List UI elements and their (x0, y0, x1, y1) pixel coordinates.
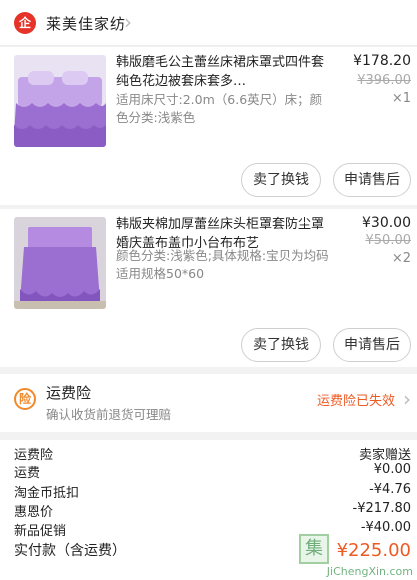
summary-label: 运费险 (14, 448, 54, 463)
chevron-right-icon[interactable]: › (403, 389, 411, 409)
watermark-text: JiChengXin.com (326, 565, 413, 578)
product-price: ¥178.20 (353, 53, 411, 69)
product-spec: 颜色分类:浅紫色;具体规格:宝贝为均码适用规格50*60 (116, 248, 329, 281)
summary-value: -¥4.76 (369, 482, 411, 497)
original-price: ¥396.00 (357, 73, 411, 88)
summary-value: 卖家赠送 (358, 448, 411, 463)
insurance-title: 运费险 (46, 384, 92, 402)
quantity: ×1 (391, 91, 411, 106)
sell-button[interactable]: 卖了换钱 (241, 328, 321, 362)
freight-insurance-row[interactable]: 险 运费险 确认收货前退货可理赔 运费险已失效 › (0, 374, 417, 432)
shop-header[interactable]: 企 莱美佳家纺 › (0, 0, 417, 46)
product-price: ¥30.00 (362, 215, 411, 231)
product-title[interactable]: 韩版磨毛公主蕾丝床裙床罩式四件套纯色花边被套床套多… (116, 53, 326, 91)
original-price: ¥50.00 (365, 233, 412, 248)
summary-label: 新品促销 (14, 524, 67, 539)
quantity: ×2 (391, 251, 411, 266)
insurance-status[interactable]: 运费险已失效 (317, 390, 395, 409)
refund-button[interactable]: 申请售后 (333, 328, 411, 362)
summary-label: 淘金币抵扣 (14, 486, 80, 501)
product-spec: 适用床尺寸:2.0m（6.6英尺）床；颜色分类:浅紫色 (116, 92, 323, 125)
insurance-icon: 险 (14, 388, 36, 410)
summary-value: -¥217.80 (352, 501, 411, 516)
chevron-right-icon[interactable]: › (124, 12, 132, 32)
total-row: 实付款（含运费） ¥225.00 (14, 540, 411, 564)
product-thumbnail[interactable] (14, 55, 106, 147)
order-summary: 运费险 卖家赠送 运费 ¥0.00 淘金币抵扣 -¥4.76 惠恩价 -¥217… (0, 440, 417, 580)
insurance-subtitle: 确认收货前退货可理赔 (46, 407, 172, 422)
product-thumbnail[interactable] (14, 217, 106, 309)
summary-row: 淘金币抵扣 -¥4.76 (14, 482, 411, 501)
summary-row: 运费 ¥0.00 (14, 462, 411, 481)
summary-row: 惠恩价 -¥217.80 (14, 501, 411, 520)
refund-button[interactable]: 申请售后 (333, 163, 411, 197)
watermark-logo: 集 (299, 534, 329, 564)
order-item[interactable]: 韩版磨毛公主蕾丝床裙床罩式四件套纯色花边被套床套多… 适用床尺寸:2.0m（6.… (0, 47, 417, 205)
summary-row: 新品促销 -¥40.00 (14, 520, 411, 539)
summary-value: ¥0.00 (373, 462, 411, 477)
total-label: 实付款（含运费） (14, 543, 126, 559)
shop-logo-icon: 企 (14, 12, 36, 34)
total-value: ¥225.00 (336, 540, 411, 561)
order-item[interactable]: 韩版夹棉加厚蕾丝床头柜罩套防尘罩 婚庆盖布盖巾小台布布艺 颜色分类:浅紫色;具体… (0, 209, 417, 367)
summary-value: -¥40.00 (360, 520, 411, 535)
summary-row: 运费险 卖家赠送 (14, 444, 411, 463)
shop-name[interactable]: 莱美佳家纺 (46, 13, 126, 34)
summary-label: 运费 (14, 466, 41, 481)
sell-button[interactable]: 卖了换钱 (241, 163, 321, 197)
summary-label: 惠恩价 (14, 505, 54, 520)
